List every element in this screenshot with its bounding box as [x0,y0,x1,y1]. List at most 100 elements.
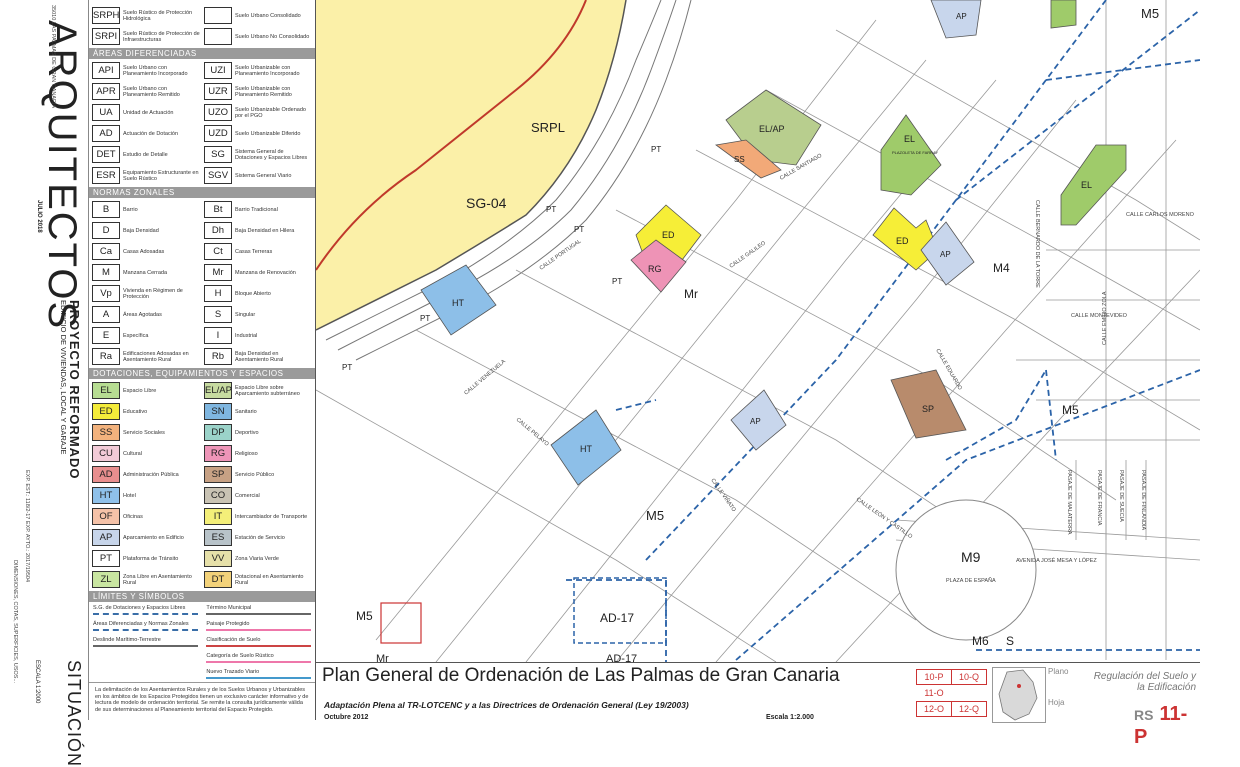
title-block: Plan General de Ordenación de Las Palmas… [316,662,1200,748]
sheet-10q[interactable]: 10-Q [951,669,987,685]
project-date: JULIO 2018 [36,200,42,233]
zone-el3 [1050,0,1077,29]
legend-code: CO [204,487,232,504]
label-mr: Mr [684,287,698,301]
legend-desc: Suelo Rústico de Protección Hidrológica [123,9,193,22]
legend-code: ZL [92,571,120,588]
urban-plan-map[interactable]: SRPL SG-04 EL/AP SS EL PLAZOLETA DE FARR… [316,0,1200,662]
address-text: 35010 LAS PALMAS DE GRAN CANARIA [50,5,56,109]
legend-code: Dh [204,222,232,239]
legend-desc: Unidad de Actuación [123,109,174,116]
legend-symbols: S.G. de Dotaciones y Espacios Libres Tér… [89,602,315,682]
legend-item-ht: HT Hotel [92,486,200,505]
legend-item-pt: PT Plataforma de Tránsito [92,549,200,568]
legend-desc: Sanitario [235,408,257,415]
legend-item-api: API Suelo Urbano con Planeamiento Incorpo… [92,61,200,80]
legend-desc: Suelo Urbano con Planeamiento Remitido [123,85,180,98]
legend-item-ct: Ct Casas Terreras [204,242,312,261]
label-m4: M4 [993,261,1010,275]
street-pelayo: CALLE PELAYO [515,417,550,448]
legend-item-ap: AP Aparcamiento en Edificio [92,528,200,547]
legend-item-det: DET Estudio de Detalle [92,145,200,164]
symbol-trazado: Nuevo Trazado Viario [206,669,311,679]
legend-item-i: I Industrial [204,326,312,345]
legend-swatch [204,28,232,45]
label-pt6: PT [342,363,352,372]
plan-title: Plan General de Ordenación de Las Palmas… [322,665,840,686]
legend-code: AD [92,125,120,142]
label-ad17: AD-17 [600,611,634,625]
street-francia: PASAJE DE FRANCIA [1096,470,1102,526]
symbol-paisaje: Paisaje Protegido [206,621,311,631]
legend-code: PT [92,550,120,567]
label-pt2: PT [546,205,556,214]
label-ap2: AP [750,417,761,426]
symbol-row: Categoría de Suelo Rústico [93,653,311,663]
legend-item-it: IT Intercambiador de Transporte [204,507,312,526]
zone-el2 [1060,144,1127,226]
sheet-12q[interactable]: 12-Q [951,701,987,717]
legend-desc: Baja Densidad [123,227,159,234]
legend-item-ad: AD Administración Pública [92,465,200,484]
label-ap1: AP [940,250,951,259]
plano-label: Plano [1048,667,1069,676]
measures-note: DIMENSIONES, COTAS, SUPERFICIES, USOS... [12,560,18,684]
legend-item-of: OF Oficinas [92,507,200,526]
legend-desc: Sistema General de Dotaciones y Espacios… [235,148,308,161]
legend-desc: Barrio Tradicional [235,206,278,213]
street-venezuela: CALLE VENEZUELA [463,359,507,397]
legend-item-sn: SN Sanitario [204,402,312,421]
label-ed1: ED [662,230,675,240]
legend-code: SG [204,146,232,163]
label-m5-center: M5 [646,508,664,523]
street-avenida: AVENIDA JOSÉ MESA Y LÓPEZ [1016,557,1097,564]
label-pt3: PT [574,225,584,234]
legend-swatch [204,7,232,24]
project-title: PROYECTO REFORMADO [67,300,82,480]
street-vinatto: CALLE VIÑATO [709,477,737,513]
legend-desc: Zona Libre en Asentamiento Rural [123,573,192,586]
legend-desc: Áreas Agotadas [123,311,162,318]
island-minimap [992,667,1046,723]
symbol-row: S.G. de Dotaciones y Espacios Libres Tér… [93,605,311,615]
legend-code: CU [92,445,120,462]
legend-item-cu: CU Cultural [92,444,200,463]
legend-desc: Zona Viaria Verde [235,555,279,562]
legend-item-ua: UA Unidad de Actuación [92,103,200,122]
legend-desc: Suelo Urbanizable Diferido [235,130,301,137]
plan-subtitle: Adaptación Plena al TR-LOTCENC y a las D… [324,700,689,710]
legend-item-uzo: UZO Suelo Urbanizable Ordenado por el PGO [204,103,312,122]
legend-desc: Industrial [235,332,258,339]
legend-code: SGV [204,167,232,184]
label-m9: M9 [961,549,981,565]
label-s: S [1006,634,1014,648]
legend-desc: Comercial [235,492,260,499]
legend-code: SP [204,466,232,483]
street-finlandia: PASAJE DE FINLANDIA [1140,470,1146,530]
legend-code: Vp [92,285,120,302]
legend-desc: Equipamiento Estructurante en Suelo Rúst… [123,169,199,182]
label-el1-sub: PLAZOLETA DE FARRAY [892,150,938,155]
legend-item-dt: DT Dotacional en Asentamiento Rural [204,570,312,589]
label-m5-top: M5 [1141,6,1159,21]
label-m5-right: M5 [1062,403,1079,417]
sheet-10p[interactable]: 10-P [916,669,952,685]
legend-item-ad: AD Actuación de Dotación [92,124,200,143]
legend-item-sgv: SGV Sistema General Viario [204,166,312,185]
sheet-index[interactable]: 10-P 10-Q 11-O 12-O 12-Q [916,669,987,721]
label-ed2: ED [896,236,909,246]
legend-desc: Religioso [235,450,258,457]
legend-code: UZO [204,104,232,121]
sheet-11o[interactable]: 11-O [916,685,952,701]
legend-code: HT [92,487,120,504]
legend-item-m: M Manzana Cerrada [92,263,200,282]
legend-item-el: EL Espacio Libre [92,381,200,400]
label-m6: M6 [972,634,989,648]
legend-item-dh: Dh Baja Densidad en Hilera [204,221,312,240]
sheet-12o[interactable]: 12-O [916,701,952,717]
legend-desc: Casas Terreras [235,248,273,255]
legend-item-s: S Singular [204,305,312,324]
symbol-categoria: Categoría de Suelo Rústico [206,653,311,663]
legend-code: AD [92,466,120,483]
legend-code: RG [204,445,232,462]
